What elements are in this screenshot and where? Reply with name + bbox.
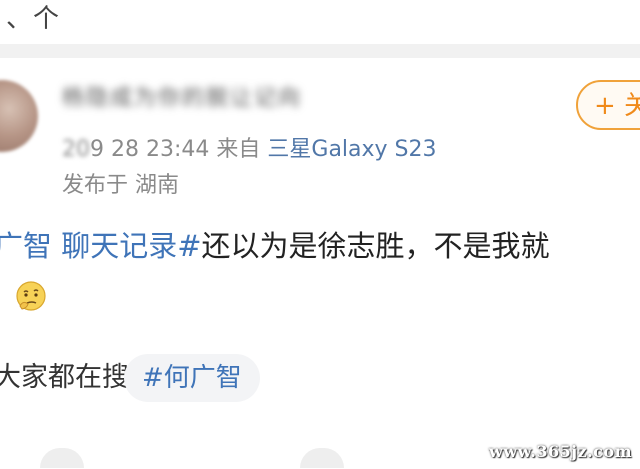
device-link[interactable]: 三星Galaxy S23: [267, 137, 436, 162]
post-location: 发布于 湖南: [62, 173, 179, 198]
previous-post-fragment: 、个: [0, 0, 640, 44]
top-fragment-text: 、个: [6, 4, 61, 34]
post-date: 9 28 23:44: [90, 137, 210, 162]
hot-search-tag[interactable]: #何广智: [124, 354, 260, 402]
follow-button[interactable]: + 关: [576, 80, 640, 130]
comment-button-hint[interactable]: [300, 448, 344, 468]
screenshot-page: 、个 杨隐成为你的脱让记向 209 28 23:44 来自 三星Galaxy S…: [0, 0, 640, 469]
username[interactable]: 杨隐成为你的脱让记向: [62, 84, 302, 114]
thinking-face-emoji-icon: [16, 281, 46, 311]
watermark: www.365jz.com: [489, 442, 632, 461]
feed-separator: [0, 44, 640, 58]
repost-button-hint[interactable]: [40, 448, 84, 468]
post-text: 还以为是徐志胜，不是我就: [201, 229, 550, 263]
post-meta: 209 28 23:44 来自 三星Galaxy S23: [62, 136, 437, 164]
post-content: 广智 聊天记录#还以为是徐志胜，不是我就: [0, 226, 640, 266]
avatar[interactable]: [0, 80, 38, 152]
hot-search-label: 大家都在搜: [0, 362, 129, 393]
post-date-prefix: 20: [62, 137, 90, 162]
post-card[interactable]: 杨隐成为你的脱让记向 209 28 23:44 来自 三星Galaxy S23 …: [0, 58, 640, 469]
source-label: 来自: [216, 137, 261, 162]
hashtag-link[interactable]: 广智 聊天记录#: [0, 229, 202, 263]
